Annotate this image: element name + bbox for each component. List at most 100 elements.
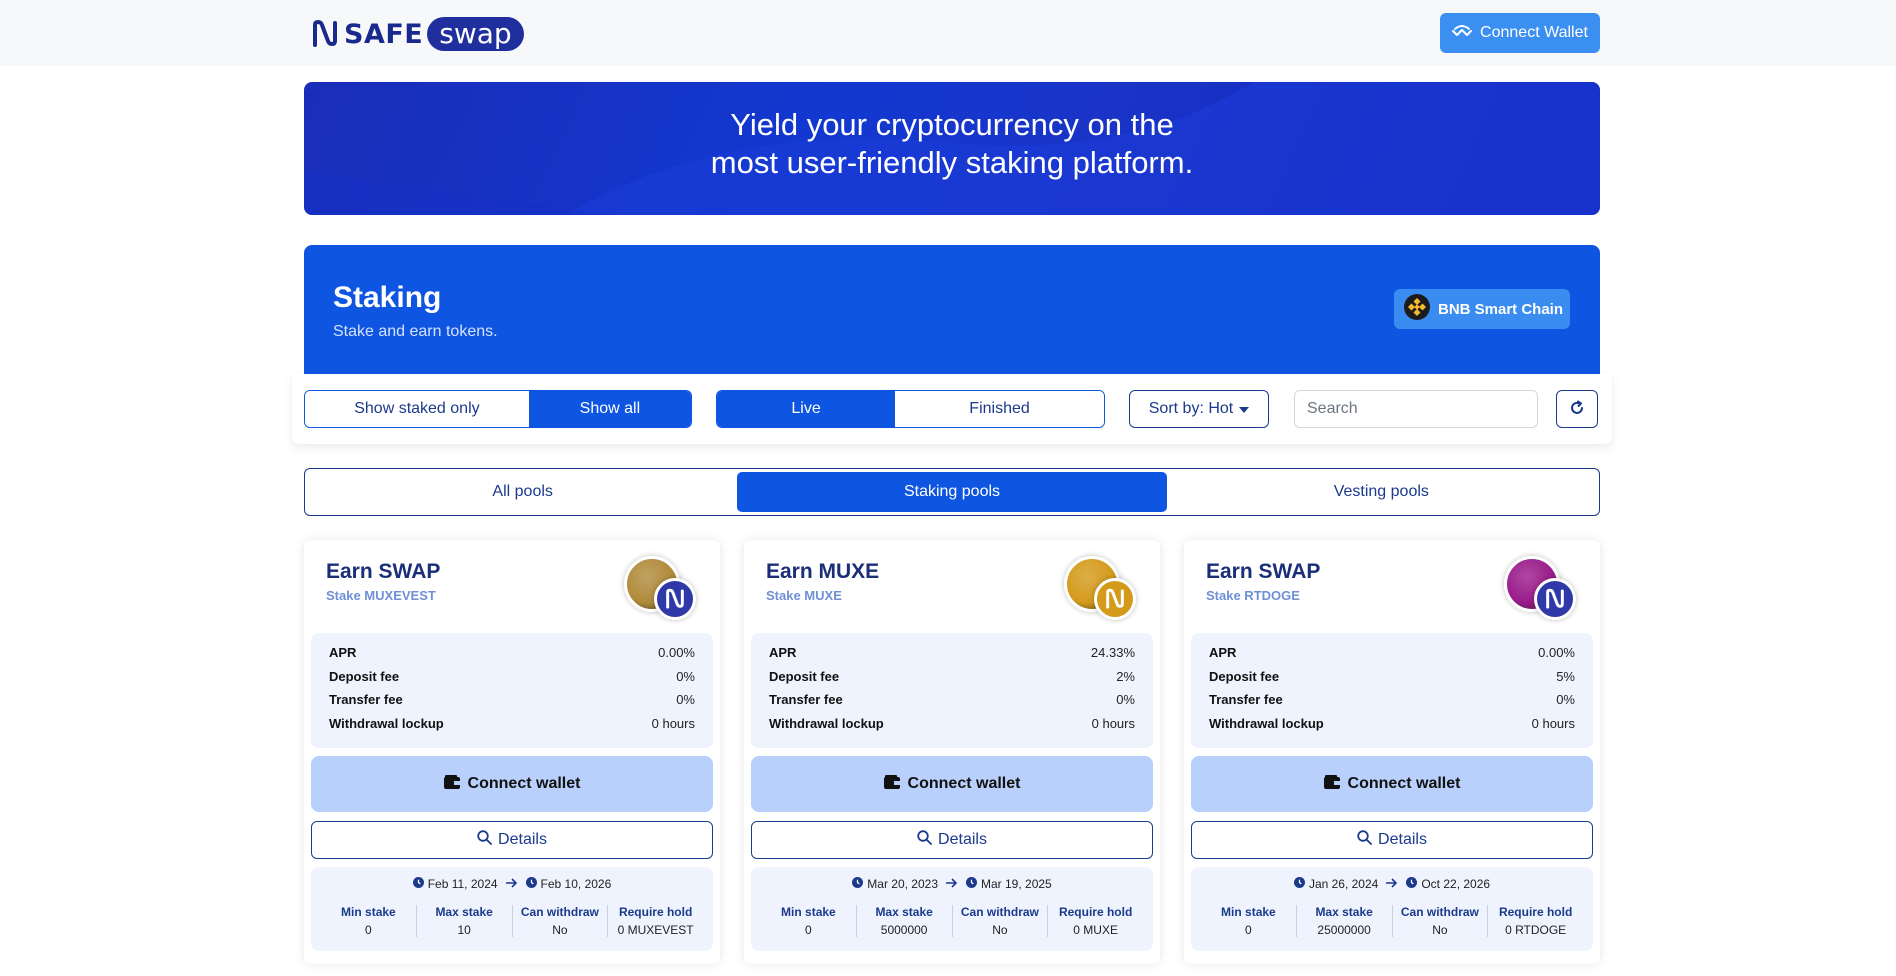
transfer-fee-value: 0% xyxy=(1116,692,1135,707)
pool-limits: Min stake 0 Max stake 5000000 Can withdraw… xyxy=(761,905,1143,937)
tab-staking-pools[interactable]: Staking pools xyxy=(737,472,1167,512)
require-hold-label: Require hold xyxy=(1498,905,1573,919)
chain-selector-button[interactable]: BNB Smart Chain xyxy=(1394,289,1570,329)
max-stake-label: Max stake xyxy=(1315,905,1373,919)
pool-card-footer: Feb 11, 2024 Feb 10, 2026 Min stake 0 Max… xyxy=(311,867,713,951)
chain-label: BNB Smart Chain xyxy=(1438,300,1564,318)
apr-value: 0.00% xyxy=(658,645,695,660)
logo[interactable]: SAFE swap xyxy=(310,16,524,52)
withdrawal-lockup-value: 0 hours xyxy=(651,715,695,731)
can-withdraw: Can withdraw No xyxy=(513,905,609,937)
require-hold: Require hold 0 MUXE xyxy=(1048,905,1143,937)
withdrawal-lockup-label: Withdrawal lockup xyxy=(1209,715,1324,731)
hero-line-1: Yield your cryptocurrency on the xyxy=(730,107,1174,142)
start-date: Feb 11, 2024 xyxy=(412,877,498,891)
withdrawal-lockup-value: 0 hours xyxy=(1091,715,1135,731)
end-date-value: Mar 19, 2025 xyxy=(981,877,1052,891)
details-button[interactable]: Details xyxy=(311,821,713,859)
clock-icon xyxy=(1293,877,1305,891)
deposit-fee-label: Deposit fee xyxy=(769,668,840,684)
can-withdraw-value: No xyxy=(1432,923,1448,937)
wallet-icon xyxy=(443,774,460,794)
caret-down-icon xyxy=(1239,400,1250,418)
apr-value: 0.00% xyxy=(1538,645,1575,660)
search-icon xyxy=(477,830,492,850)
pool-card: Earn MUXE Stake MUXE APR 24.33% Deposit f… xyxy=(744,540,1160,964)
tab-vesting-pools[interactable]: Vesting pools xyxy=(1167,472,1596,512)
min-stake-value: 0 xyxy=(1245,923,1252,937)
min-stake-label: Min stake xyxy=(341,905,396,919)
clock-icon xyxy=(412,877,424,891)
deposit-fee-label: Deposit fee xyxy=(329,668,400,684)
pool-card-title: Earn MUXE xyxy=(766,560,880,583)
search-icon xyxy=(917,830,932,850)
pool-limits: Min stake 0 Max stake 10 Can withdraw No Re… xyxy=(321,905,703,937)
details-button[interactable]: Details xyxy=(1191,821,1593,859)
apr-row: APR 0.00% xyxy=(329,645,695,669)
connect-wallet-label: Connect Wallet xyxy=(1480,24,1588,41)
start-date: Jan 26, 2024 xyxy=(1293,877,1379,891)
clock-icon xyxy=(966,877,977,891)
transfer-fee-label: Transfer fee xyxy=(1209,692,1283,707)
live-button[interactable]: Live xyxy=(717,391,896,427)
reward-token-icon xyxy=(654,578,696,620)
details-label: Details xyxy=(498,831,547,848)
deposit-fee-row: Deposit fee 5% xyxy=(1209,669,1575,693)
pool-stats: APR 0.00% Deposit fee 0% Transfer fee 0% Wi… xyxy=(311,633,713,748)
withdrawal-lockup-label: Withdrawal lockup xyxy=(329,715,444,731)
filters-bar: Show staked only Show all Live Finished … xyxy=(292,374,1612,444)
card-connect-wallet-label: Connect wallet xyxy=(907,775,1021,792)
pool-limits: Min stake 0 Max stake 25000000 Can withdra… xyxy=(1201,905,1583,937)
transfer-fee-label: Transfer fee xyxy=(329,692,403,707)
walletconnect-icon xyxy=(1452,24,1473,43)
deposit-fee-row: Deposit fee 0% xyxy=(329,669,695,693)
tab-all-pools[interactable]: All pools xyxy=(308,472,737,512)
staked-toggle: Show staked only Show all xyxy=(304,390,692,428)
withdrawal-lockup-row: Withdrawal lockup 0 hours xyxy=(769,716,1135,740)
end-date-value: Oct 22, 2026 xyxy=(1421,877,1491,891)
min-stake: Min stake 0 xyxy=(1201,905,1297,937)
deposit-fee-value: 0% xyxy=(676,668,695,684)
clock-icon xyxy=(852,877,864,891)
deposit-fee-row: Deposit fee 2% xyxy=(769,669,1135,693)
search-input[interactable] xyxy=(1294,390,1538,428)
max-stake-label: Max stake xyxy=(435,905,493,919)
details-button[interactable]: Details xyxy=(751,821,1153,859)
pool-type-tabs: All pools Staking pools Vesting pools xyxy=(304,468,1600,516)
refresh-button[interactable] xyxy=(1556,390,1598,428)
wallet-icon xyxy=(1323,774,1340,794)
card-connect-wallet-button[interactable]: Connect wallet xyxy=(751,756,1153,812)
min-stake-value: 0 xyxy=(805,923,812,937)
pool-dates: Feb 11, 2024 Feb 10, 2026 xyxy=(311,877,713,891)
start-date-value: Jan 26, 2024 xyxy=(1308,877,1379,891)
pool-card: Earn SWAP Stake MUXEVEST APR 0.00% Deposi… xyxy=(304,540,720,964)
top-bar: SAFE swap Connect Wallet xyxy=(0,0,1896,66)
end-date: Oct 22, 2026 xyxy=(1406,877,1490,891)
details-label: Details xyxy=(938,831,987,848)
show-all-button[interactable]: Show all xyxy=(528,391,691,427)
card-connect-wallet-button[interactable]: Connect wallet xyxy=(1191,756,1593,812)
transfer-fee-row: Transfer fee 0% xyxy=(1209,692,1575,716)
transfer-fee-row: Transfer fee 0% xyxy=(769,692,1135,716)
pool-card-title: Earn SWAP xyxy=(1206,560,1321,583)
deposit-fee-label: Deposit fee xyxy=(1209,668,1280,684)
card-connect-wallet-label: Connect wallet xyxy=(1347,775,1461,792)
deposit-fee-value: 2% xyxy=(1116,668,1135,684)
can-withdraw-label: Can withdraw xyxy=(1400,905,1479,919)
pool-card-footer: Jan 26, 2024 Oct 22, 2026 Min stake 0 Max… xyxy=(1191,867,1593,951)
pool-card-subtitle: Stake MUXEVEST xyxy=(326,588,436,603)
pool-stats: APR 0.00% Deposit fee 5% Transfer fee 0% Wi… xyxy=(1191,633,1593,748)
details-label: Details xyxy=(1378,831,1427,848)
require-hold-label: Require hold xyxy=(1058,905,1133,919)
show-staked-only-button[interactable]: Show staked only xyxy=(305,391,529,427)
finished-button[interactable]: Finished xyxy=(895,391,1104,427)
card-connect-wallet-button[interactable]: Connect wallet xyxy=(311,756,713,812)
sort-label: Sort by: Hot xyxy=(1148,400,1234,417)
connect-wallet-button[interactable]: Connect Wallet xyxy=(1440,13,1600,53)
staking-subtitle: Stake and earn tokens. xyxy=(333,323,498,340)
require-hold: Require hold 0 MUXEVEST xyxy=(608,905,703,937)
max-stake: Max stake 10 xyxy=(417,905,513,937)
pool-dates: Jan 26, 2024 Oct 22, 2026 xyxy=(1191,877,1593,891)
max-stake: Max stake 25000000 xyxy=(1297,905,1393,937)
sort-dropdown[interactable]: Sort by: Hot xyxy=(1129,390,1269,428)
